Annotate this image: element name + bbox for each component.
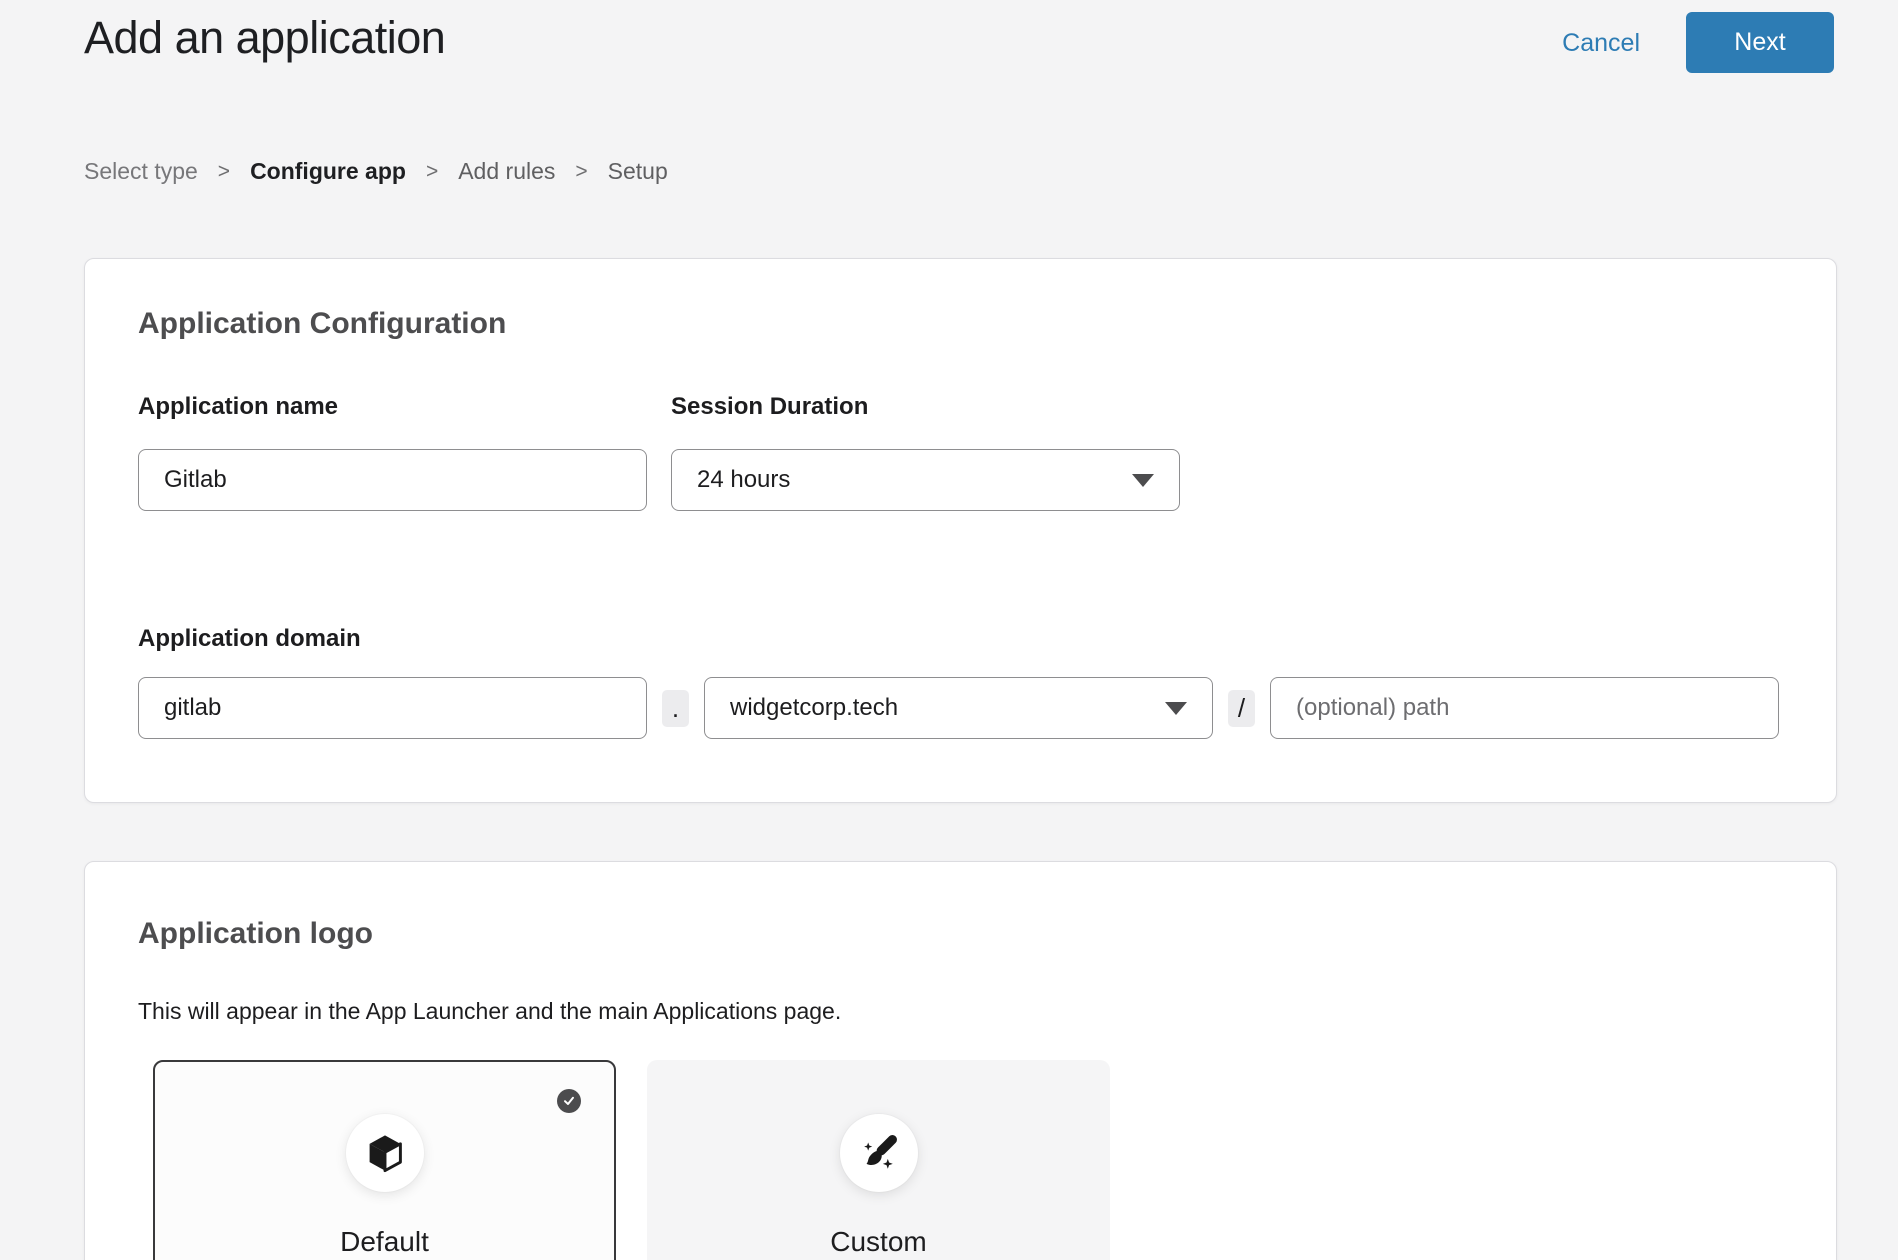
application-domain-row: . widgetcorp.tech / <box>138 677 1779 739</box>
check-icon <box>562 1094 576 1108</box>
breadcrumb-step-setup[interactable]: Setup <box>608 158 668 185</box>
slash-separator: / <box>1228 690 1255 727</box>
domain-select[interactable]: widgetcorp.tech <box>704 677 1213 739</box>
selected-check-badge <box>557 1089 581 1113</box>
session-duration-value: 24 hours <box>697 466 790 494</box>
custom-icon-circle <box>840 1114 918 1192</box>
cube-icon <box>363 1131 407 1175</box>
application-logo-card: Application logo This will appear in the… <box>84 861 1837 1260</box>
breadcrumb-step-select-type[interactable]: Select type <box>84 158 198 185</box>
application-configuration-heading: Application Configuration <box>138 307 506 341</box>
chevron-down-icon <box>1165 702 1187 715</box>
next-button[interactable]: Next <box>1686 12 1834 73</box>
session-duration-select[interactable]: 24 hours <box>671 449 1180 511</box>
breadcrumb-separator: > <box>218 160 230 184</box>
breadcrumb-step-add-rules[interactable]: Add rules <box>458 158 555 185</box>
breadcrumb-step-configure-app[interactable]: Configure app <box>250 158 406 185</box>
logo-option-label: Default <box>155 1226 614 1258</box>
breadcrumb: Select type > Configure app > Add rules … <box>84 158 668 185</box>
add-application-page: Add an application Cancel Next Select ty… <box>0 0 1898 1260</box>
default-icon-circle <box>346 1114 424 1192</box>
application-logo-description: This will appear in the App Launcher and… <box>138 998 841 1025</box>
chevron-down-icon <box>1132 474 1154 487</box>
cancel-button[interactable]: Cancel <box>1562 29 1640 58</box>
application-configuration-card: Application Configuration Application na… <box>84 258 1837 803</box>
application-name-label: Application name <box>138 393 338 421</box>
breadcrumb-separator: > <box>426 160 438 184</box>
application-logo-heading: Application logo <box>138 917 373 951</box>
logo-option-label: Custom <box>649 1226 1108 1258</box>
session-duration-label: Session Duration <box>671 393 868 421</box>
subdomain-input[interactable] <box>138 677 647 739</box>
path-input[interactable] <box>1270 677 1779 739</box>
breadcrumb-separator: > <box>575 160 587 184</box>
paintbrush-icon <box>857 1131 901 1175</box>
logo-option-default[interactable]: Default <box>153 1060 616 1260</box>
logo-option-tiles: Default Custom <box>153 1060 1110 1260</box>
domain-select-value: widgetcorp.tech <box>730 694 898 722</box>
dot-separator: . <box>662 690 689 727</box>
page-title: Add an application <box>84 12 445 64</box>
application-name-input[interactable] <box>138 449 647 511</box>
logo-option-custom[interactable]: Custom <box>647 1060 1110 1260</box>
application-domain-label: Application domain <box>138 625 361 653</box>
